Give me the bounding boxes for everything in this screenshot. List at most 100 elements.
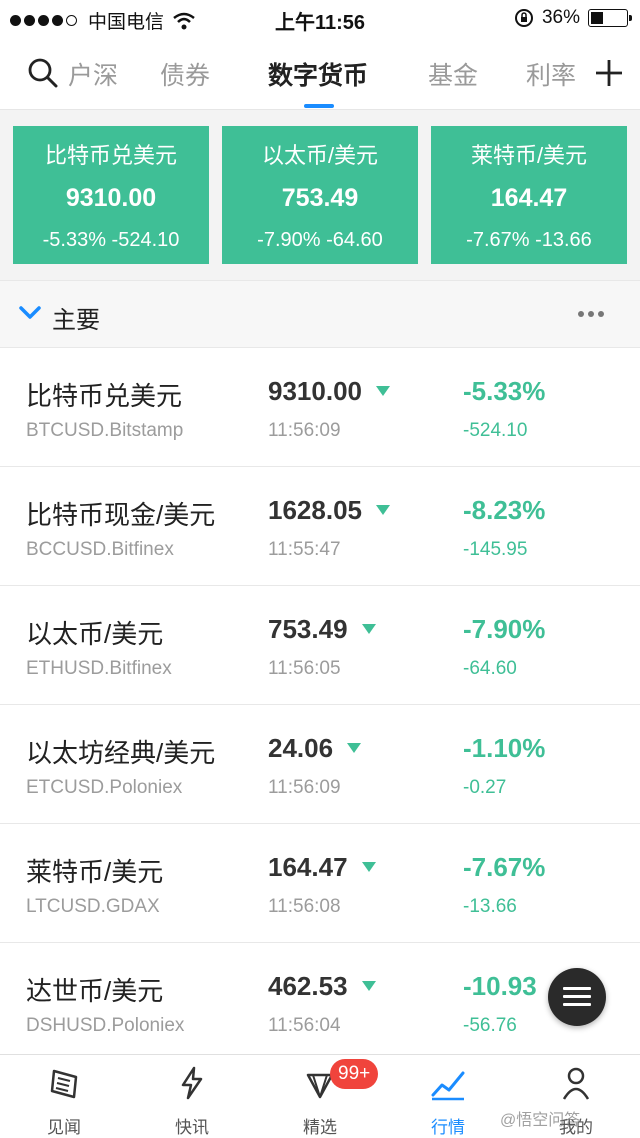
- card-name: 以太币/美元: [261, 143, 379, 168]
- quote-price: 24.06: [268, 733, 334, 763]
- quote-price-cell: 1628.05: [268, 495, 390, 526]
- quote-row[interactable]: 达世币/美元 DSHUSD.Poloniex 462.53 11:56:04 -…: [0, 943, 640, 1062]
- tab-bonds[interactable]: 债券: [160, 56, 210, 92]
- floating-menu-button[interactable]: [548, 968, 606, 1026]
- quote-change-percent: -8.23%: [463, 495, 546, 525]
- nav-item-flash[interactable]: 快讯: [128, 1055, 256, 1138]
- quote-change-percent: -5.33%: [463, 376, 546, 406]
- more-icon[interactable]: [578, 311, 608, 317]
- down-arrow-icon: [361, 862, 376, 873]
- down-arrow-icon: [347, 743, 362, 754]
- card-change: -7.67% -13.66: [466, 229, 592, 251]
- tab-crypto-label: 数字货币: [268, 62, 369, 90]
- quote-change-percent: -10.93: [463, 971, 537, 1001]
- lightning-icon: [181, 1066, 203, 1100]
- chevron-down-icon[interactable]: [18, 305, 42, 321]
- nav-label: 精选: [303, 1118, 337, 1137]
- quote-time: 11:56:09: [268, 420, 341, 441]
- active-tab-indicator: [304, 104, 334, 108]
- nav-label: 行情: [431, 1118, 465, 1137]
- summary-card[interactable]: 比特币兑美元 9310.00 -5.33% -524.10: [13, 126, 209, 264]
- quote-change-abs: -145.95: [463, 539, 528, 560]
- quote-time: 11:56:09: [268, 777, 341, 798]
- rotation-lock-icon: [514, 9, 533, 27]
- battery-percent: 36%: [541, 7, 580, 28]
- quote-name: 比特币兑美元: [26, 381, 183, 411]
- quote-change-abs: -0.27: [463, 777, 507, 798]
- quote-name: 以太币/美元: [26, 619, 164, 649]
- card-price: 9310.00: [65, 184, 157, 212]
- quote-time: 11:55:47: [268, 539, 341, 560]
- quote-symbol: LTCUSD.GDAX: [26, 896, 160, 917]
- quote-row[interactable]: 以太币/美元 ETHUSD.Bitfinex 753.49 11:56:05 -…: [0, 586, 640, 705]
- card-name: 莱特币/美元: [470, 143, 588, 168]
- quote-change-percent: -7.90%: [463, 614, 546, 644]
- newspaper-icon: [50, 1069, 78, 1099]
- down-arrow-icon: [375, 386, 390, 397]
- quote-symbol: BTCUSD.Bitstamp: [26, 420, 184, 441]
- quote-price-cell: 24.06: [268, 733, 362, 764]
- status-bar: 中国电信 上午11:56 36%: [0, 0, 640, 36]
- tab-crypto[interactable]: 数字货币: [268, 56, 369, 108]
- tab-funds[interactable]: 基金: [428, 56, 478, 92]
- quote-change-abs: -524.10: [463, 420, 528, 441]
- quote-name: 莱特币/美元: [26, 857, 164, 887]
- tab-rates[interactable]: 利率: [526, 56, 576, 92]
- quote-symbol: ETCUSD.Poloniex: [26, 777, 183, 798]
- quote-name: 比特币现金/美元: [26, 500, 216, 530]
- battery-icon: [588, 9, 632, 27]
- quote-change-percent: -1.10%: [463, 733, 546, 763]
- card-change: -7.90% -64.60: [257, 229, 383, 251]
- card-price: 164.47: [490, 184, 568, 212]
- card-name: 比特币兑美元: [44, 143, 177, 168]
- quote-row[interactable]: 以太坊经典/美元 ETCUSD.Poloniex 24.06 11:56:09 …: [0, 705, 640, 824]
- quote-price-cell: 462.53: [268, 971, 376, 1002]
- nav-label: 见闻: [47, 1118, 81, 1137]
- quote-name: 以太坊经典/美元: [26, 738, 216, 768]
- card-change: -5.33% -524.10: [42, 229, 180, 251]
- quote-price-cell: 753.49: [268, 614, 376, 645]
- nav-label: 快讯: [175, 1118, 209, 1137]
- summary-cards: 比特币兑美元 9310.00 -5.33% -524.10 以太币/美元 753…: [0, 110, 640, 280]
- market-tab-bar: 户深 债券 数字货币 基金 利率: [0, 36, 640, 110]
- nav-item-news[interactable]: 见闻: [0, 1055, 128, 1138]
- quote-row[interactable]: 比特币现金/美元 BCCUSD.Bitfinex 1628.05 11:55:4…: [0, 467, 640, 586]
- quote-row[interactable]: 比特币兑美元 BTCUSD.Bitstamp 9310.00 11:56:09 …: [0, 348, 640, 467]
- down-arrow-icon: [361, 981, 376, 992]
- summary-card[interactable]: 以太币/美元 753.49 -7.90% -64.60: [222, 126, 418, 264]
- quote-time: 11:56:08: [268, 896, 341, 917]
- quote-change-abs: -13.66: [463, 896, 517, 917]
- search-icon[interactable]: [28, 58, 58, 88]
- quote-price: 462.53: [268, 971, 348, 1001]
- status-right: 36%: [514, 7, 632, 29]
- user-icon: [562, 1067, 590, 1100]
- card-price: 753.49: [281, 184, 359, 212]
- quote-name: 达世币/美元: [26, 976, 164, 1006]
- quote-price: 753.49: [268, 614, 348, 644]
- quote-price-cell: 9310.00: [268, 376, 390, 407]
- notification-badge: 99+: [330, 1059, 379, 1089]
- quote-symbol: BCCUSD.Bitfinex: [26, 539, 174, 560]
- nav-item-market[interactable]: 行情: [384, 1055, 512, 1138]
- quote-change-abs: -56.76: [463, 1015, 517, 1036]
- down-arrow-icon: [361, 624, 376, 635]
- quote-price: 1628.05: [268, 495, 362, 525]
- quote-symbol: ETHUSD.Bitfinex: [26, 658, 172, 679]
- quote-price-cell: 164.47: [268, 852, 376, 883]
- tab-hushen[interactable]: 户深: [68, 56, 118, 92]
- quote-time: 11:56:05: [268, 658, 341, 679]
- summary-card[interactable]: 莱特币/美元 164.47 -7.67% -13.66: [431, 126, 627, 264]
- quote-change-percent: -7.67%: [463, 852, 546, 882]
- quote-change-abs: -64.60: [463, 658, 517, 679]
- section-title: 主要: [52, 307, 100, 334]
- watermark: @悟空问答: [500, 1112, 581, 1129]
- trend-chart-icon: [431, 1071, 465, 1101]
- quote-row[interactable]: 莱特币/美元 LTCUSD.GDAX 164.47 11:56:08 -7.67…: [0, 824, 640, 943]
- down-arrow-icon: [375, 505, 390, 516]
- quote-price: 164.47: [268, 852, 348, 882]
- section-header[interactable]: 主要: [0, 280, 640, 348]
- add-icon[interactable]: [594, 58, 624, 88]
- quote-time: 11:56:04: [268, 1015, 341, 1036]
- quote-price: 9310.00: [268, 376, 362, 406]
- quote-symbol: DSHUSD.Poloniex: [26, 1015, 185, 1036]
